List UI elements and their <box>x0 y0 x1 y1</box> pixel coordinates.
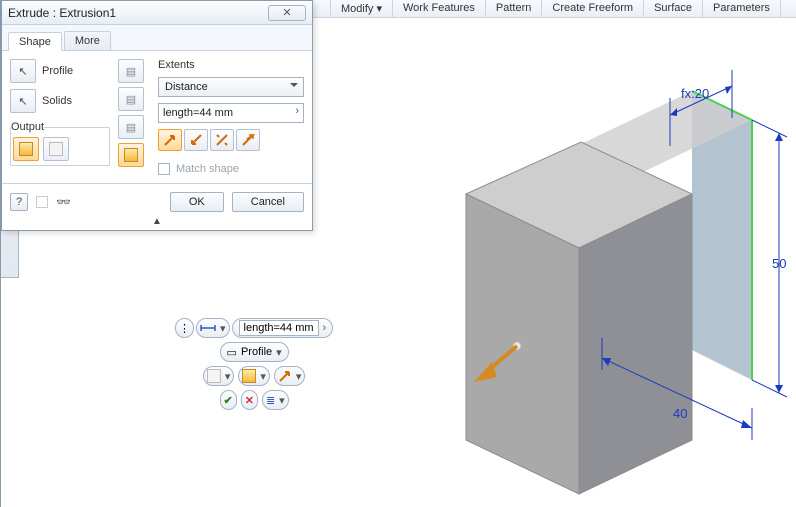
tab-shape[interactable]: Shape <box>8 32 62 51</box>
close-icon[interactable]: ✕ <box>268 5 306 21</box>
direction-2-button[interactable] <box>184 129 208 151</box>
profile-label: Profile <box>42 65 73 77</box>
tab-more[interactable]: More <box>64 31 111 50</box>
solid-icon <box>207 369 221 383</box>
hud-grip[interactable]: ⋮ <box>175 318 194 338</box>
distance-input[interactable]: length=44 mm <box>158 103 304 123</box>
dialog-title: Extrude : Extrusion1 <box>8 6 268 20</box>
help-button[interactable]: ? <box>10 193 28 211</box>
hud-cancel-button[interactable]: ✕ <box>241 390 258 410</box>
bool-cut-button[interactable] <box>118 87 144 111</box>
hud-length-input[interactable]: length=44 mm <box>239 320 319 336</box>
chevron-down-icon: ▾ <box>225 370 231 383</box>
chevron-down-icon: ▾ <box>260 370 266 383</box>
direction-sym-button[interactable] <box>210 129 234 151</box>
output-group: Output <box>10 121 110 166</box>
chevron-down-icon: ▾ <box>279 394 285 407</box>
bool-join-button[interactable] <box>118 59 144 83</box>
hud-output-button[interactable]: ▾ <box>203 366 235 386</box>
newsolid-icon <box>124 148 138 162</box>
check-icon: ✔ <box>224 394 233 407</box>
chevron-down-icon: ▾ <box>220 322 226 335</box>
chevron-down-icon: ▾ <box>276 346 282 359</box>
direction-asym-button[interactable] <box>236 129 260 151</box>
menu-create-freeform[interactable]: Create Freeform <box>542 0 644 17</box>
dialog-titlebar[interactable]: Extrude : Extrusion1 ✕ <box>2 1 312 25</box>
hud-boolean-button[interactable]: ▾ <box>238 366 270 386</box>
hud-direction-button[interactable]: ▾ <box>274 366 306 386</box>
output-solid-button[interactable] <box>13 137 39 161</box>
menu-modify[interactable]: Modify ▾ <box>330 0 393 17</box>
match-shape-label: Match shape <box>176 163 239 175</box>
menu-surface[interactable]: Surface <box>644 0 703 17</box>
extrude-dialog: Extrude : Extrusion1 ✕ Shape More Profil… <box>1 0 313 231</box>
mini-toolbar: ⋮ ▾ length=44 mm › ▭ Profile ▾ ▾ ▾ ▾ ✔ ✕… <box>175 318 333 410</box>
chevron-down-icon: ▾ <box>296 370 302 383</box>
cursor-icon <box>18 65 27 78</box>
hud-measure-button[interactable]: ▾ <box>196 318 230 338</box>
match-shape-checkbox[interactable] <box>158 163 170 175</box>
select-profile-button[interactable] <box>10 59 36 83</box>
dialog-tabs: Shape More <box>2 25 312 51</box>
expand-dialog-arrow[interactable]: ▲ <box>2 216 312 230</box>
extents-label: Extents <box>158 59 304 71</box>
menu-work-features[interactable]: Work Features <box>393 0 486 17</box>
x-icon: ✕ <box>245 394 254 407</box>
profile-icon: ▭ <box>227 346 237 359</box>
hud-ok-button[interactable]: ✔ <box>220 390 237 410</box>
arrow-icon <box>215 133 229 147</box>
arrow-icon <box>241 133 255 147</box>
surface-icon <box>49 142 63 156</box>
extents-mode-dropdown[interactable]: Distance <box>158 77 304 97</box>
list-icon: ≣ <box>266 394 275 407</box>
dimension-40-text: 40 <box>673 406 687 421</box>
direction-1-button[interactable] <box>158 129 182 151</box>
dimension-fx20-text: fx:20 <box>681 86 709 101</box>
hud-length-pill: length=44 mm › <box>232 318 334 338</box>
hud-options-button[interactable]: ≣▾ <box>262 390 289 410</box>
arrow-icon <box>189 133 203 147</box>
menu-pattern[interactable]: Pattern <box>486 0 542 17</box>
arrow-icon <box>163 133 177 147</box>
cursor-icon <box>18 95 27 108</box>
solid-icon <box>19 142 33 156</box>
newsolid-icon <box>242 369 256 383</box>
hud-profile-label: Profile <box>241 346 272 358</box>
select-solids-button[interactable] <box>10 89 36 113</box>
dimension-50[interactable]: 50 <box>752 120 787 397</box>
direction-buttons <box>158 129 304 151</box>
join-icon <box>126 65 136 78</box>
bool-newsolid-button[interactable] <box>118 143 144 167</box>
menu-parameters[interactable]: Parameters <box>703 0 781 17</box>
chevron-right-icon[interactable]: › <box>323 322 327 334</box>
output-label: Output <box>11 121 44 133</box>
preview-checkbox[interactable] <box>36 196 48 208</box>
cancel-button[interactable]: Cancel <box>232 192 304 212</box>
solids-label: Solids <box>42 95 72 107</box>
output-surface-button[interactable] <box>43 137 69 161</box>
cut-icon <box>126 93 136 106</box>
model-viewport: fx:20 50 40 <box>371 40 791 500</box>
dialog-footer: ? OK Cancel <box>2 183 312 220</box>
intersect-icon <box>126 121 136 134</box>
ok-button[interactable]: OK <box>170 192 224 212</box>
hud-profile-button[interactable]: ▭ Profile ▾ <box>220 342 289 362</box>
dimension-50-text: 50 <box>772 256 786 271</box>
preview-icon <box>56 195 71 209</box>
bool-intersect-button[interactable] <box>118 115 144 139</box>
